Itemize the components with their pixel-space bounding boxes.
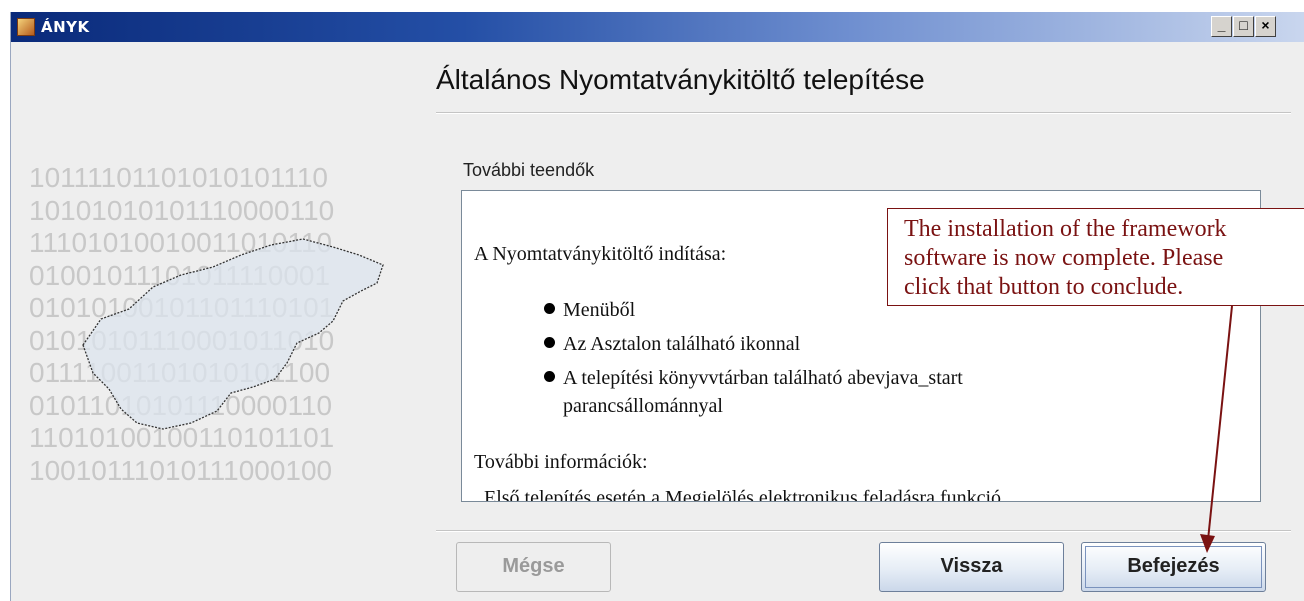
callout-arrow: [1200, 305, 1233, 553]
